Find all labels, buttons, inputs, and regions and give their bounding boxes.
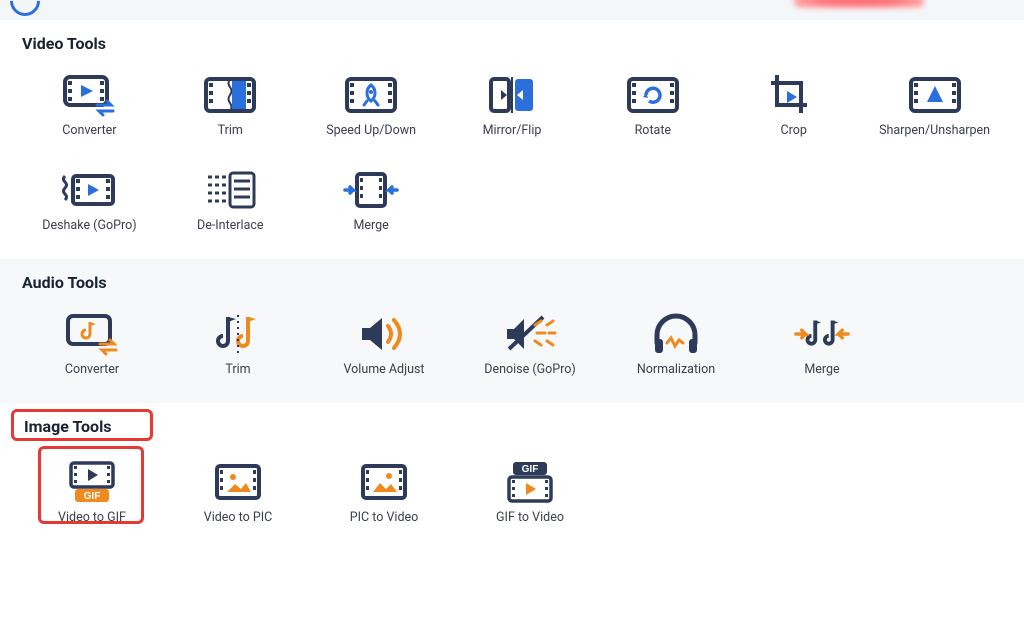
audio-tools-heading: Audio Tools — [22, 273, 1002, 292]
film-picture-icon — [356, 460, 412, 504]
tool-video-deinterlace[interactable]: De-Interlace — [165, 162, 295, 251]
headphones-icon — [648, 312, 704, 356]
tool-label: Converter — [62, 123, 116, 138]
audio-trim-icon — [210, 312, 266, 356]
svg-text:GIF: GIF — [522, 464, 539, 475]
tool-audio-normalization[interactable]: Normalization — [611, 306, 741, 395]
video-to-gif-icon: GIF — [64, 460, 120, 504]
svg-text:GIF: GIF — [84, 491, 101, 502]
tool-video-mirror[interactable]: Mirror/Flip — [447, 67, 577, 156]
tool-audio-converter[interactable]: Converter — [27, 306, 157, 395]
image-tools-section: Image Tools GIF Video to GIF — [0, 403, 1024, 543]
mirror-flip-icon — [484, 73, 540, 117]
tool-image-video-to-gif[interactable]: GIF Video to GIF — [27, 454, 157, 543]
video-tools-heading: Video Tools — [22, 34, 1002, 53]
film-merge-icon — [343, 168, 399, 212]
tool-label: De-Interlace — [197, 218, 264, 233]
tool-label: PIC to Video — [350, 510, 419, 525]
tool-audio-trim[interactable]: Trim — [173, 306, 303, 395]
tool-label: Trim — [225, 362, 250, 377]
tool-video-rotate[interactable]: Rotate — [588, 67, 718, 156]
tool-video-deshake[interactable]: Deshake (GoPro) — [24, 162, 154, 251]
tool-label: Merge — [804, 362, 839, 377]
tool-video-merge[interactable]: Merge — [306, 162, 436, 251]
tool-label: Video to PIC — [204, 510, 273, 525]
volume-icon — [356, 312, 412, 356]
gif-to-video-icon: GIF — [502, 460, 558, 504]
tool-video-sharpen[interactable]: Sharpen/Unsharpen — [870, 67, 1000, 156]
deinterlace-icon — [202, 168, 258, 212]
film-triangle-icon — [907, 73, 963, 117]
tool-label: Denoise (GoPro) — [484, 362, 576, 377]
tool-video-converter[interactable]: Converter — [24, 67, 154, 156]
tool-video-crop[interactable]: Crop — [729, 67, 859, 156]
video-tools-grid: Converter Trim — [22, 67, 1002, 251]
image-tools-heading: Image Tools — [24, 417, 1002, 436]
video-tools-section: Video Tools Converter — [0, 20, 1024, 259]
tool-label: GIF to Video — [496, 510, 564, 525]
tool-label: Deshake (GoPro) — [42, 218, 136, 233]
tool-label: Sharpen/Unsharpen — [879, 123, 990, 138]
tool-label: Video to GIF — [58, 510, 126, 525]
film-play-swap-icon — [61, 73, 117, 117]
audio-tools-grid: Converter Trim — [22, 306, 892, 395]
logo-arc-icon — [4, 0, 46, 22]
film-trim-icon — [202, 73, 258, 117]
tool-image-gif-to-video[interactable]: GIF GIF to Video — [465, 454, 595, 543]
film-rocket-icon — [343, 73, 399, 117]
tool-image-pic-to-video[interactable]: PIC to Video — [319, 454, 449, 543]
crop-icon — [766, 73, 822, 117]
tool-label: Merge — [353, 218, 388, 233]
tool-video-speed[interactable]: Speed Up/Down — [306, 67, 436, 156]
tool-label: Crop — [781, 123, 807, 138]
tool-label: Speed Up/Down — [326, 123, 416, 138]
top-bar — [0, 0, 1024, 20]
tool-audio-denoise[interactable]: Denoise (GoPro) — [465, 306, 595, 395]
audio-converter-icon — [64, 312, 120, 356]
tool-label: Rotate — [635, 123, 671, 138]
tool-label: Volume Adjust — [343, 362, 424, 377]
tool-label: Trim — [218, 123, 243, 138]
tool-image-video-to-pic[interactable]: Video to PIC — [173, 454, 303, 543]
film-rotate-icon — [625, 73, 681, 117]
denoise-icon — [502, 312, 558, 356]
audio-tools-section: Audio Tools Converter — [0, 259, 1024, 403]
cta-blurred-button — [794, 0, 924, 8]
tool-label: Normalization — [637, 362, 715, 377]
film-photo-icon — [210, 460, 266, 504]
image-tools-grid: GIF Video to GIF Video to PIC — [22, 454, 892, 543]
deshake-icon — [61, 168, 117, 212]
tool-audio-merge[interactable]: Merge — [757, 306, 887, 395]
tool-video-trim[interactable]: Trim — [165, 67, 295, 156]
tool-label: Converter — [65, 362, 119, 377]
tool-audio-volume[interactable]: Volume Adjust — [319, 306, 449, 395]
audio-merge-icon — [794, 312, 850, 356]
tool-label: Mirror/Flip — [483, 123, 542, 138]
